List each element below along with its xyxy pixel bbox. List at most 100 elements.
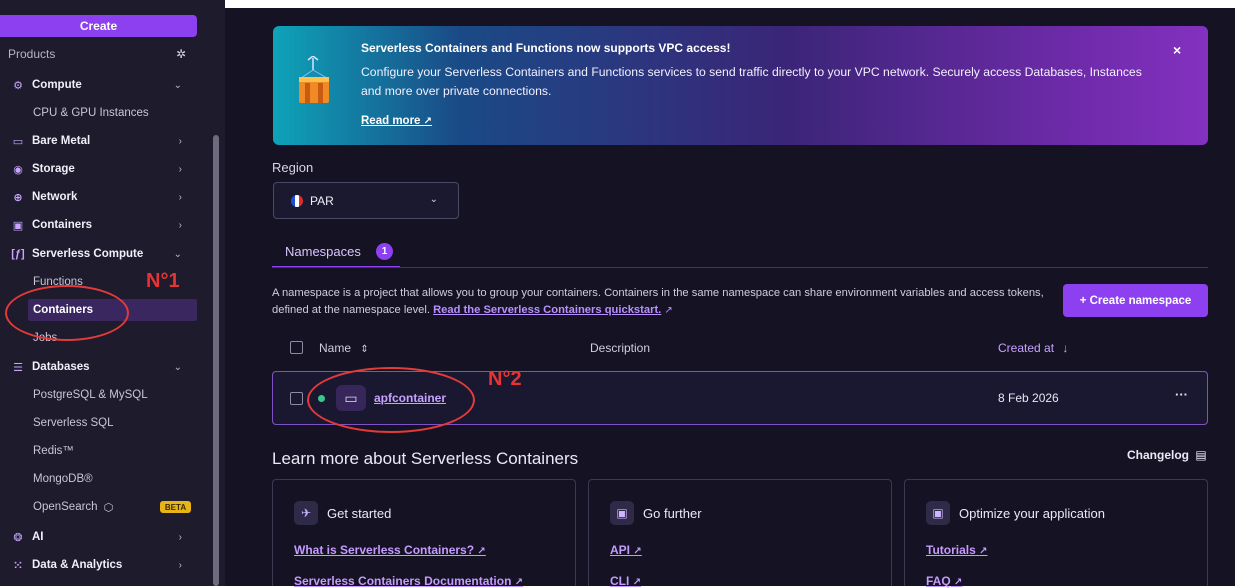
sidebar-item-label: Databases — [32, 361, 90, 373]
products-header: Products ✲ — [8, 47, 188, 65]
link-label: Tutorials — [926, 543, 976, 557]
sidebar-item-storage[interactable]: ◉ Storage › — [10, 159, 190, 179]
tab-count-badge: 1 — [376, 243, 393, 260]
sidebar-item-label: OpenSearch — [33, 501, 98, 513]
beta-badge: BETA — [160, 501, 191, 513]
sidebar-item-label: Network — [32, 191, 78, 203]
sidebar-item-postgresql-mysql[interactable]: PostgreSQL & MySQL — [33, 386, 148, 404]
row-checkbox[interactable] — [290, 392, 303, 405]
read-more-label: Read more — [361, 115, 421, 127]
ai-icon: ❂ — [13, 531, 23, 544]
region-select[interactable]: PAR ⌄ — [273, 182, 459, 219]
tab-namespaces[interactable]: Namespaces 1 — [272, 238, 400, 268]
rocket-icon: ✈ — [294, 501, 318, 525]
sidebar-item-network[interactable]: ⊕ Network › — [10, 187, 190, 207]
external-link-icon: ↗ — [477, 546, 486, 557]
sidebar-item-cpu-gpu-instances[interactable]: CPU & GPU Instances — [33, 104, 149, 122]
tutorials-link[interactable]: Tutorials ↗ — [926, 543, 988, 557]
server-icon: ▭ — [12, 135, 24, 148]
sidebar-item-opensearch[interactable]: OpenSearch ⬡ — [33, 498, 113, 516]
sidebar-item-label: Serverless Compute — [32, 248, 144, 260]
database-icon: ☰ — [13, 361, 23, 374]
annotation-label-1: N°1 — [146, 270, 180, 292]
sidebar-item-ai[interactable]: ❂ AI › — [10, 527, 190, 547]
gear-icon[interactable]: ✲ — [176, 47, 186, 61]
france-flag-icon — [291, 195, 303, 207]
globe-icon: ⊕ — [13, 191, 23, 204]
column-created-label: Created at — [998, 341, 1055, 355]
sidebar-item-label: Bare Metal — [32, 135, 91, 147]
sidebar-item-redis[interactable]: Redis™ — [33, 442, 74, 460]
annotation-circle-1 — [5, 285, 129, 341]
sidebar-item-data-analytics[interactable]: ⁙ Data & Analytics › — [10, 555, 190, 575]
sidebar-item-bare-metal[interactable]: ▭ Bare Metal › — [10, 131, 190, 151]
chevron-down-icon: ⌄ — [173, 79, 182, 91]
region-value: PAR — [310, 194, 334, 208]
card-title: Go further — [643, 506, 702, 521]
sort-icon: ⇕ — [360, 344, 369, 355]
chip-icon: ⚙ — [13, 79, 23, 92]
changelog-link[interactable]: Changelog ▤ — [1127, 448, 1207, 462]
products-label: Products — [8, 47, 56, 61]
sidebar-item-containers[interactable]: ▣ Containers › — [10, 215, 190, 235]
close-icon[interactable]: × — [1173, 42, 1181, 58]
banner-text: Configure your Serverless Containers and… — [361, 65, 1142, 98]
link-label: What is Serverless Containers? — [294, 543, 475, 557]
annotation-circle-2 — [307, 367, 475, 433]
more-options-icon[interactable]: ··· — [1175, 387, 1188, 402]
region-label: Region — [272, 160, 314, 175]
sidebar-item-label: Storage — [32, 163, 75, 175]
analytics-icon: ⁙ — [13, 559, 23, 572]
sidebar-item-compute[interactable]: ⚙ Compute ⌄ — [10, 75, 190, 95]
container-icon: ▣ — [12, 219, 24, 232]
sidebar-item-mongodb[interactable]: MongoDB® — [33, 470, 93, 488]
changelog-label: Changelog — [1127, 448, 1189, 462]
card-title: Get started — [327, 506, 392, 521]
chevron-right-icon: › — [178, 135, 182, 147]
learn-more-title: Learn more about Serverless Containers — [272, 449, 579, 468]
create-button[interactable]: Create — [0, 15, 197, 37]
annotation-label-2: N°2 — [488, 368, 522, 390]
read-more-link[interactable]: Read more ↗ — [361, 115, 432, 127]
banner-title: Serverless Containers and Functions now … — [361, 41, 731, 55]
column-header-created-at[interactable]: Created at ↓ — [998, 341, 1068, 355]
external-link-icon: ↗ — [632, 577, 642, 588]
cube-icon: ⬡ — [103, 501, 114, 514]
link-label: API — [610, 543, 631, 557]
sidebar-item-label: AI — [32, 531, 44, 543]
chevron-right-icon: › — [178, 531, 182, 543]
container-icon: ▣ — [610, 501, 634, 525]
arrow-down-icon: ↓ — [1062, 341, 1069, 355]
card-optimize — [904, 479, 1208, 586]
chevron-right-icon: › — [178, 191, 182, 203]
tab-label: Namespaces — [285, 244, 361, 259]
sidebar-scrollbar-thumb[interactable] — [213, 135, 219, 586]
document-icon: ▤ — [1195, 448, 1207, 462]
quickstart-link[interactable]: Read the Serverless Containers quickstar… — [433, 304, 661, 316]
column-header-name[interactable]: Name ⇕ — [319, 341, 369, 355]
disk-icon: ◉ — [13, 163, 23, 176]
external-link-icon: ↗ — [664, 305, 673, 316]
select-all-checkbox[interactable] — [290, 341, 303, 354]
chevron-down-icon: ⌄ — [173, 361, 182, 373]
external-link-icon: ↗ — [514, 577, 524, 588]
cargo-box-illustration — [299, 56, 329, 103]
sidebar-item-serverless-sql[interactable]: Serverless SQL — [33, 414, 114, 432]
external-link-icon: ↗ — [633, 546, 642, 557]
sidebar-item-serverless-compute[interactable]: [ƒ] Serverless Compute ⌄ — [10, 244, 190, 264]
sidebar-item-databases[interactable]: ☰ Databases ⌄ — [10, 357, 190, 377]
create-namespace-button[interactable]: + Create namespace — [1063, 284, 1208, 317]
namespace-description: A namespace is a project that allows you… — [272, 285, 1062, 319]
chevron-down-icon: ⌄ — [429, 194, 438, 205]
column-name-label: Name — [319, 341, 352, 355]
container-icon: ▣ — [926, 501, 950, 525]
external-link-icon: ↗ — [423, 116, 433, 127]
external-link-icon: ↗ — [954, 577, 963, 588]
card-get-started — [272, 479, 576, 586]
namespace-created-date: 8 Feb 2026 — [998, 391, 1059, 405]
what-is-serverless-containers-link[interactable]: What is Serverless Containers? ↗ — [294, 543, 486, 557]
column-header-description: Description — [590, 341, 651, 355]
sidebar-item-label: Containers — [32, 219, 93, 231]
tabs-divider — [272, 267, 1208, 268]
api-link[interactable]: API ↗ — [610, 543, 642, 557]
